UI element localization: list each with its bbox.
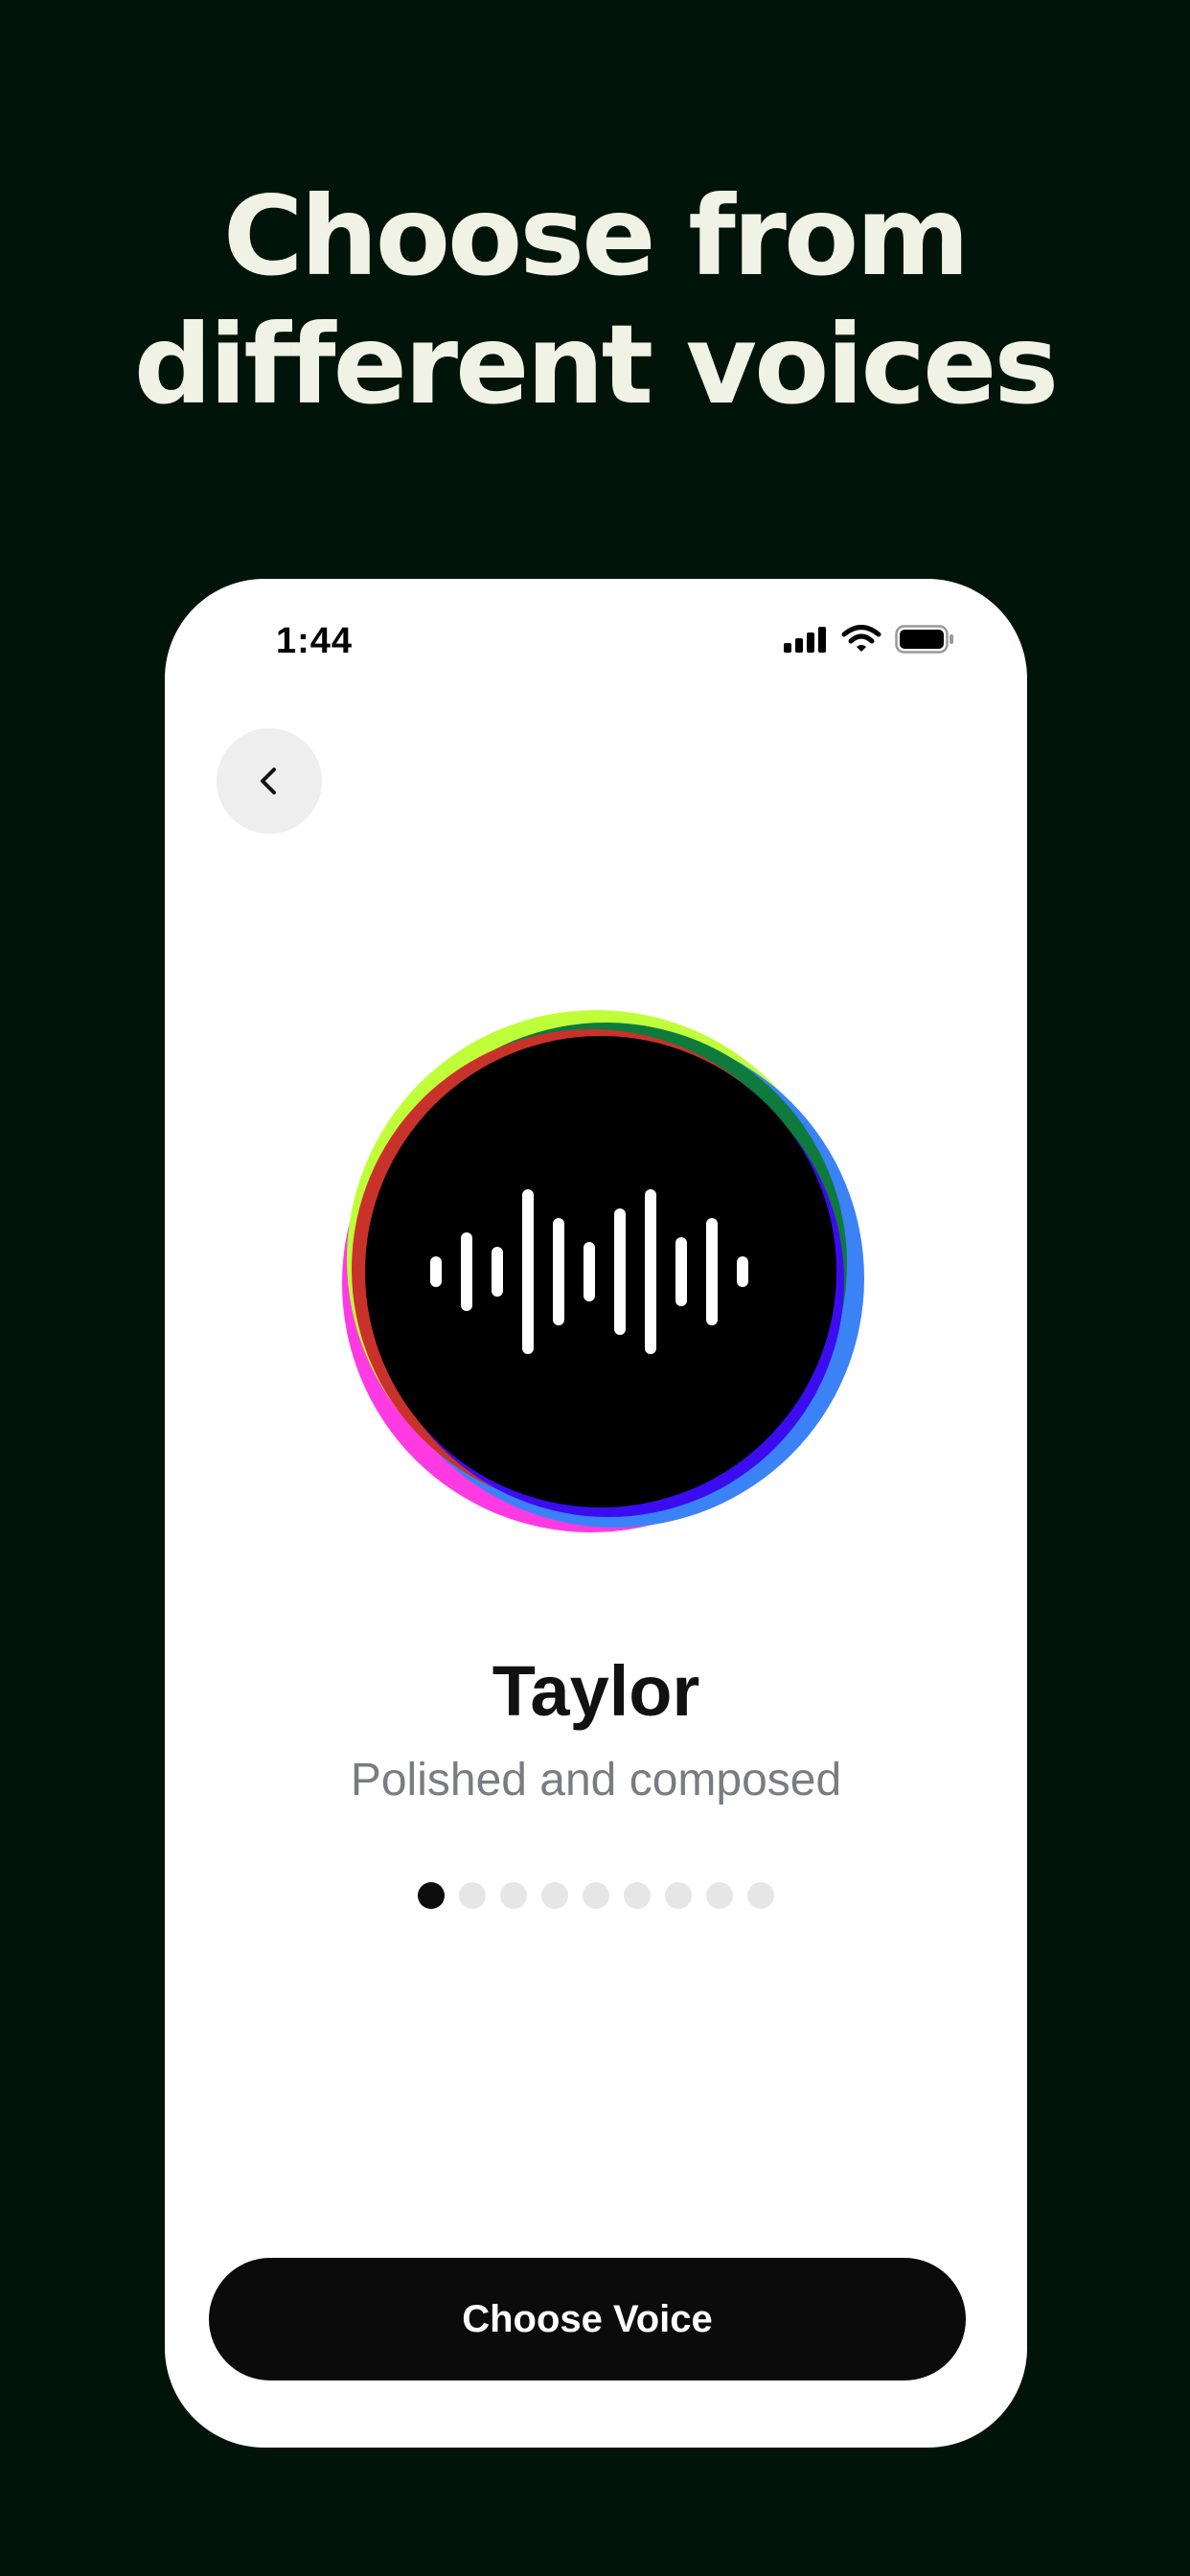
back-button[interactable]	[217, 728, 322, 834]
pager-dot[interactable]	[747, 1882, 774, 1909]
chevron-left-icon	[261, 768, 276, 794]
pager-dot[interactable]	[583, 1882, 609, 1909]
status-icons	[784, 625, 954, 654]
choose-voice-button[interactable]: Choose Voice	[209, 2258, 966, 2380]
pager-dot[interactable]	[541, 1882, 568, 1909]
battery-icon	[895, 625, 953, 654]
pager-dots	[165, 1882, 1027, 1909]
phone-screen: 1:44 Taylor Polished and composed Choose…	[165, 579, 1027, 2448]
cellular-signal-icon	[784, 627, 826, 653]
voice-description: Polished and composed	[350, 1755, 842, 1806]
pager-dot[interactable]	[418, 1882, 445, 1909]
voice-name: Taylor	[492, 1651, 700, 1731]
pager-dot[interactable]	[706, 1882, 733, 1909]
headline-line-1: Choose from	[222, 172, 970, 300]
wifi-icon	[841, 625, 881, 652]
pager-dot[interactable]	[624, 1882, 651, 1909]
marketing-headline: Choose from different voices	[0, 172, 1190, 429]
headline-line-2: different voices	[133, 301, 1060, 428]
status-time: 1:44	[276, 621, 354, 661]
pager-dot[interactable]	[459, 1882, 486, 1909]
pager-dot[interactable]	[500, 1882, 527, 1909]
voice-avatar	[342, 1010, 864, 1532]
pager-dot[interactable]	[665, 1882, 692, 1909]
